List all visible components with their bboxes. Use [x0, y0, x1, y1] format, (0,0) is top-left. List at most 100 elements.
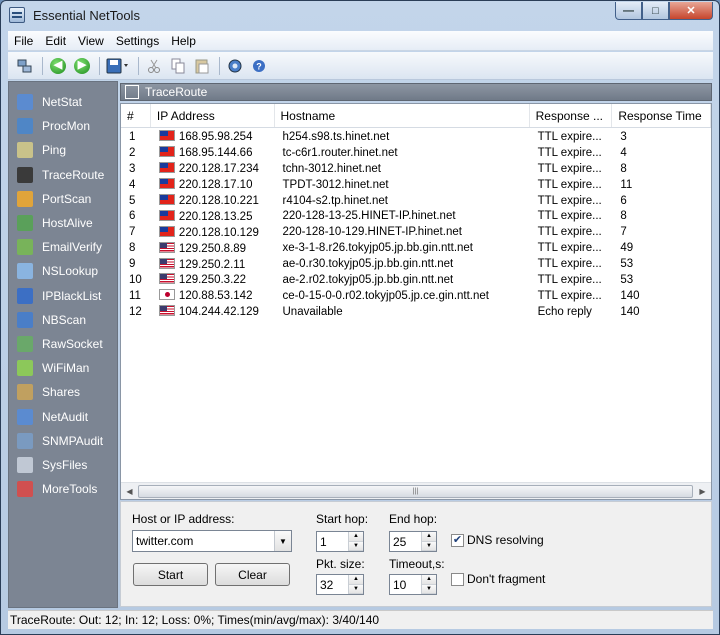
end-hop-spinner[interactable]: 25 ▲ ▼ — [389, 531, 437, 552]
dns-resolving-checkbox[interactable]: ✔ — [451, 534, 464, 547]
paste-icon[interactable] — [191, 55, 213, 77]
help-icon[interactable]: ? — [248, 55, 270, 77]
menu-view[interactable]: View — [72, 34, 110, 48]
dont-fragment-label[interactable]: Don't fragment — [467, 572, 545, 586]
cell-response: TTL expire... — [537, 162, 602, 175]
cell-response: TTL expire... — [537, 210, 602, 223]
start-hop-spinner[interactable]: 1 ▲ ▼ — [316, 531, 364, 552]
sidebar-item-label: IPBlackList — [42, 288, 102, 303]
sidebar-item-netstat[interactable]: NetStat — [9, 90, 117, 114]
ip-address: 129.250.8.89 — [178, 242, 247, 255]
scroll-right-icon[interactable]: ▶ — [694, 483, 711, 499]
table-row[interactable]: 3 220.128.17.234 tchn-3012.hinet.net TTL ex… — [121, 161, 711, 177]
minimize-button[interactable]: — — [615, 2, 642, 20]
cell-response-time: 11 — [620, 178, 633, 191]
flag-us-icon — [158, 241, 175, 253]
sidebar-item-emailverify[interactable]: EmailVerify — [9, 235, 117, 259]
save-icon[interactable] — [104, 55, 132, 77]
cell-ip: 220.128.17.10 — [151, 178, 275, 191]
sidebar-item-netaudit[interactable]: NetAudit — [9, 404, 117, 428]
col-header-response[interactable]: Response ... — [530, 104, 613, 127]
menu-edit[interactable]: Edit — [39, 34, 72, 48]
menu-help[interactable]: Help — [165, 34, 202, 48]
sidebar-item-label: NSLookup — [42, 264, 99, 279]
maximize-button[interactable]: □ — [642, 2, 669, 20]
cell-response-time: 8 — [620, 162, 627, 175]
close-button[interactable]: ✕ — [669, 2, 713, 20]
spin-down-icon[interactable]: ▼ — [349, 541, 363, 551]
cell-response: TTL expire... — [537, 242, 602, 255]
spin-up-icon[interactable]: ▲ — [422, 532, 436, 542]
col-header-hostname[interactable]: Hostname — [275, 104, 530, 127]
menu-settings[interactable]: Settings — [110, 34, 165, 48]
sidebar-item-procmon[interactable]: ProcMon — [9, 114, 117, 138]
network-icon[interactable] — [14, 55, 36, 77]
sidebar-item-wifiman[interactable]: WiFiMan — [9, 356, 117, 380]
spin-down-icon[interactable]: ▼ — [422, 584, 436, 594]
sidebar-item-sysfiles[interactable]: SysFiles — [9, 453, 117, 477]
table-row[interactable]: 12 104.244.42.129 Unavailable Echo reply 140 — [121, 304, 711, 320]
copy-icon[interactable] — [167, 55, 189, 77]
sidebar-item-label: PortScan — [42, 191, 92, 206]
dont-fragment-checkbox[interactable] — [451, 573, 464, 586]
toolbar-separator — [138, 56, 139, 75]
spin-up-icon[interactable]: ▲ — [349, 532, 363, 542]
col-header-number[interactable]: # — [121, 104, 151, 127]
sidebar-item-hostalive[interactable]: HostAlive — [9, 211, 117, 235]
sidebar-item-traceroute[interactable]: TraceRoute — [9, 163, 117, 187]
ip-address: 220.128.17.10 — [178, 179, 253, 192]
col-header-response-time[interactable]: Response Time — [612, 104, 711, 127]
sidebar-item-ipblacklist[interactable]: IPBlackList — [9, 284, 117, 308]
sidebar-item-rawsocket[interactable]: RawSocket — [9, 332, 117, 356]
spin-down-icon[interactable]: ▼ — [422, 541, 436, 551]
table-row[interactable]: 8 129.250.8.89 xe-3-1-8.r26.tokyjp05.jp.bb… — [121, 240, 711, 256]
cell-response-time: 4 — [620, 146, 627, 159]
table-row[interactable]: 4 220.128.17.10 TPDT-3012.hinet.net TTL exp… — [121, 177, 711, 193]
sidebar-item-ping[interactable]: Ping — [9, 138, 117, 162]
table-row[interactable]: 9 129.250.2.11 ae-0.r30.tokyjp05.jp.bb.gin… — [121, 256, 711, 272]
cut-icon[interactable] — [143, 55, 165, 77]
table-row[interactable]: 6 220.128.13.25 220-128-13-25.HINET-IP.hin… — [121, 208, 711, 224]
sidebar-item-nbscan[interactable]: NBScan — [9, 308, 117, 332]
menu-bar: File Edit View Settings Help — [8, 31, 713, 51]
col-header-ip[interactable]: IP Address — [151, 104, 275, 127]
scroll-left-icon[interactable]: ◀ — [121, 483, 138, 499]
horizontal-scrollbar[interactable]: ◀ ||| ▶ — [121, 482, 711, 499]
sidebar-item-nslookup[interactable]: NSLookup — [9, 259, 117, 283]
spin-up-icon[interactable]: ▲ — [349, 575, 363, 585]
chevron-down-icon[interactable]: ▼ — [274, 531, 291, 551]
spin-up-icon[interactable]: ▲ — [422, 575, 436, 585]
sidebar-item-moretools[interactable]: MoreTools — [9, 477, 117, 501]
start-button[interactable]: Start — [133, 563, 208, 586]
cell-number: 9 — [129, 258, 136, 271]
spin-down-icon[interactable]: ▼ — [349, 584, 363, 594]
table-row[interactable]: 1 168.95.98.254 h254.s98.ts.hinet.net TTL e… — [121, 129, 711, 145]
sidebar-item-snmpaudit[interactable]: SNMPAudit — [9, 429, 117, 453]
table-row[interactable]: 5 220.128.10.221 r4104-s2.tp.hinet.net TTL … — [121, 193, 711, 209]
window-title: Essential NetTools — [33, 7, 140, 23]
sidebar-item-portscan[interactable]: PortScan — [9, 187, 117, 211]
table-row[interactable]: 10 129.250.3.22 ae-2.r02.tokyjp05.jp.bb.gi… — [121, 272, 711, 288]
ip-address: 168.95.144.66 — [178, 147, 253, 160]
cell-hostname: 220-128-13-25.HINET-IP.hinet.net — [282, 210, 456, 223]
host-combobox[interactable]: twitter.com ▼ — [132, 530, 292, 552]
settings-icon[interactable] — [224, 55, 246, 77]
cell-hostname: ce-0-15-0-0.r02.tokyjp05.jp.ce.gin.ntt.n… — [282, 289, 489, 302]
timeout-spinner[interactable]: 10 ▲ ▼ — [389, 574, 437, 595]
cell-ip: 168.95.98.254 — [151, 130, 275, 143]
menu-file[interactable]: File — [8, 34, 39, 48]
title-bar[interactable]: Essential NetTools — □ ✕ — [1, 1, 719, 29]
table-row[interactable]: 11 120.88.53.142 ce-0-15-0-0.r02.tokyjp05.… — [121, 288, 711, 304]
traceroute-icon — [125, 85, 139, 99]
cell-response: TTL expire... — [537, 258, 602, 271]
pkt-size-spinner[interactable]: 32 ▲ ▼ — [316, 574, 364, 595]
dns-resolving-label[interactable]: DNS resolving — [467, 533, 544, 547]
sidebar-item-shares[interactable]: Shares — [9, 380, 117, 404]
forward-icon[interactable]: ▶ — [71, 55, 93, 77]
table-row[interactable]: 7 220.128.10.129 220-128-10-129.HINET-IP.h… — [121, 224, 711, 240]
back-icon[interactable]: ◀ — [47, 55, 69, 77]
scroll-thumb[interactable]: ||| — [138, 484, 693, 498]
clear-button[interactable]: Clear — [215, 563, 290, 586]
sidebar-item-label: Ping — [42, 143, 67, 158]
table-row[interactable]: 2 168.95.144.66 tc-c6r1.router.hinet.net TT… — [121, 145, 711, 161]
